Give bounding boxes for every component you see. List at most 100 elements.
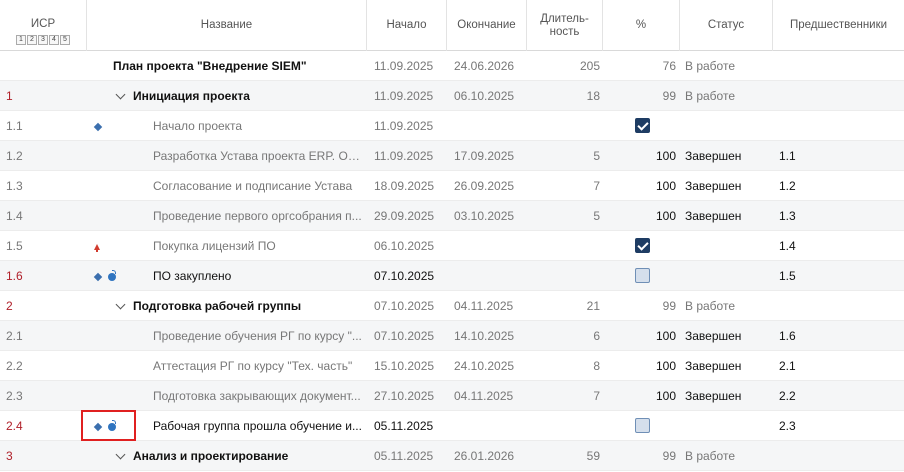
duration-cell[interactable]: 7 bbox=[530, 171, 600, 201]
predecessors-cell[interactable]: 2.3 bbox=[779, 411, 889, 441]
header-end[interactable]: Окончание bbox=[447, 0, 527, 51]
predecessors-cell[interactable]: 1.5 bbox=[779, 261, 889, 291]
end-cell[interactable] bbox=[454, 411, 530, 441]
start-cell[interactable]: 18.09.2025 bbox=[374, 171, 450, 201]
header-status[interactable]: Статус bbox=[680, 0, 773, 51]
status-cell[interactable]: Завершен bbox=[685, 171, 769, 201]
predecessors-cell[interactable] bbox=[779, 441, 889, 471]
duration-cell[interactable] bbox=[530, 261, 600, 291]
task-name[interactable]: Покупка лицензий ПО bbox=[153, 231, 366, 261]
table-row[interactable]: 2.1 Проведение обучения РГ по курсу "...… bbox=[0, 321, 904, 351]
end-cell[interactable]: 24.06.2026 bbox=[454, 51, 530, 81]
table-row[interactable]: План проекта "Внедрение SIEM" 11.09.2025… bbox=[0, 51, 904, 81]
outline-level-3-button[interactable]: 3 bbox=[38, 35, 48, 45]
status-cell[interactable] bbox=[685, 411, 769, 441]
chevron-down-icon[interactable] bbox=[115, 89, 126, 100]
outline-level-1-button[interactable]: 1 bbox=[16, 35, 26, 45]
table-row[interactable]: 1.1 Начало проекта 11.09.2025 bbox=[0, 111, 904, 141]
start-cell[interactable]: 07.10.2025 bbox=[374, 261, 450, 291]
start-cell[interactable]: 29.09.2025 bbox=[374, 201, 450, 231]
task-name[interactable]: План проекта "Внедрение SIEM" bbox=[113, 51, 368, 81]
percent-cell[interactable]: 100 bbox=[604, 201, 676, 231]
table-row[interactable]: 1.6 ПО закуплено 07.10.2025 1.5 bbox=[0, 261, 904, 291]
task-name[interactable]: Подготовка закрывающих документ... bbox=[153, 381, 366, 411]
status-cell[interactable]: Завершен bbox=[685, 141, 769, 171]
end-cell[interactable]: 24.10.2025 bbox=[454, 351, 530, 381]
header-start[interactable]: Начало bbox=[367, 0, 447, 51]
status-cell[interactable]: В работе bbox=[685, 51, 769, 81]
status-cell[interactable]: Завершен bbox=[685, 381, 769, 411]
table-row[interactable]: 2.2 Аттестация РГ по курсу "Тех. часть" … bbox=[0, 351, 904, 381]
duration-cell[interactable] bbox=[530, 111, 600, 141]
predecessors-cell[interactable]: 1.1 bbox=[779, 141, 889, 171]
predecessors-cell[interactable] bbox=[779, 51, 889, 81]
percent-cell[interactable]: 99 bbox=[604, 441, 676, 471]
task-name[interactable]: Разработка Устава проекта ERP. Опр... bbox=[153, 141, 366, 171]
outline-level-2-button[interactable]: 2 bbox=[27, 35, 37, 45]
predecessors-cell[interactable] bbox=[779, 81, 889, 111]
status-cell[interactable]: В работе bbox=[685, 291, 769, 321]
predecessors-cell[interactable]: 1.6 bbox=[779, 321, 889, 351]
status-cell[interactable]: Завершен bbox=[685, 351, 769, 381]
start-cell[interactable]: 05.11.2025 bbox=[374, 441, 450, 471]
duration-cell[interactable]: 21 bbox=[530, 291, 600, 321]
end-cell[interactable] bbox=[454, 231, 530, 261]
table-row[interactable]: 3 Анализ и проектирование 05.11.2025 26.… bbox=[0, 441, 904, 471]
status-cell[interactable]: В работе bbox=[685, 441, 769, 471]
status-cell[interactable] bbox=[685, 261, 769, 291]
duration-cell[interactable] bbox=[530, 231, 600, 261]
end-cell[interactable]: 06.10.2025 bbox=[454, 81, 530, 111]
percent-cell[interactable]: 99 bbox=[604, 291, 676, 321]
predecessors-cell[interactable] bbox=[779, 291, 889, 321]
end-cell[interactable]: 17.09.2025 bbox=[454, 141, 530, 171]
task-name[interactable]: Анализ и проектирование bbox=[133, 441, 368, 471]
percent-cell[interactable]: 99 bbox=[604, 81, 676, 111]
duration-cell[interactable]: 205 bbox=[530, 51, 600, 81]
outline-level-5-button[interactable]: 5 bbox=[60, 35, 70, 45]
task-name[interactable]: ПО закуплено bbox=[153, 261, 366, 291]
status-cell[interactable] bbox=[685, 111, 769, 141]
duration-cell[interactable]: 5 bbox=[530, 201, 600, 231]
start-cell[interactable]: 05.11.2025 bbox=[374, 411, 450, 441]
end-cell[interactable]: 26.01.2026 bbox=[454, 441, 530, 471]
predecessors-cell[interactable]: 1.4 bbox=[779, 231, 889, 261]
table-row[interactable]: 2.3 Подготовка закрывающих документ... 2… bbox=[0, 381, 904, 411]
start-cell[interactable]: 07.10.2025 bbox=[374, 321, 450, 351]
start-cell[interactable]: 06.10.2025 bbox=[374, 231, 450, 261]
end-cell[interactable]: 04.11.2025 bbox=[454, 381, 530, 411]
table-row[interactable]: 2 Подготовка рабочей группы 07.10.2025 0… bbox=[0, 291, 904, 321]
outline-level-4-button[interactable]: 4 bbox=[49, 35, 59, 45]
start-cell[interactable]: 11.09.2025 bbox=[374, 111, 450, 141]
percent-cell[interactable]: 100 bbox=[604, 351, 676, 381]
start-cell[interactable]: 27.10.2025 bbox=[374, 381, 450, 411]
task-name[interactable]: Проведение первого оргсобрания п... bbox=[153, 201, 366, 231]
status-cell[interactable]: Завершен bbox=[685, 321, 769, 351]
task-name[interactable]: Проведение обучения РГ по курсу "... bbox=[153, 321, 366, 351]
chevron-down-icon[interactable] bbox=[115, 299, 126, 310]
start-cell[interactable]: 11.09.2025 bbox=[374, 141, 450, 171]
table-row[interactable]: 1 Инициация проекта 11.09.2025 06.10.202… bbox=[0, 81, 904, 111]
duration-cell[interactable]: 5 bbox=[530, 141, 600, 171]
start-cell[interactable]: 15.10.2025 bbox=[374, 351, 450, 381]
header-percent[interactable]: % bbox=[603, 0, 680, 51]
predecessors-cell[interactable]: 1.3 bbox=[779, 201, 889, 231]
complete-checkbox[interactable] bbox=[635, 268, 650, 283]
duration-cell[interactable]: 8 bbox=[530, 351, 600, 381]
header-name[interactable]: Название bbox=[87, 0, 367, 51]
task-name[interactable]: Рабочая группа прошла обучение и... bbox=[153, 411, 366, 441]
table-row[interactable]: 1.4 Проведение первого оргсобрания п... … bbox=[0, 201, 904, 231]
task-name[interactable]: Начало проекта bbox=[153, 111, 366, 141]
status-cell[interactable]: В работе bbox=[685, 81, 769, 111]
end-cell[interactable]: 03.10.2025 bbox=[454, 201, 530, 231]
end-cell[interactable]: 04.11.2025 bbox=[454, 291, 530, 321]
end-cell[interactable]: 26.09.2025 bbox=[454, 171, 530, 201]
header-wbs[interactable]: ИСР 1 2 3 4 5 bbox=[0, 0, 87, 51]
table-row[interactable]: 1.5 Покупка лицензий ПО 06.10.2025 1.4 bbox=[0, 231, 904, 261]
status-cell[interactable]: Завершен bbox=[685, 201, 769, 231]
duration-cell[interactable]: 7 bbox=[530, 381, 600, 411]
start-cell[interactable]: 11.09.2025 bbox=[374, 81, 450, 111]
predecessors-cell[interactable]: 1.2 bbox=[779, 171, 889, 201]
task-name[interactable]: Согласование и подписание Устава bbox=[153, 171, 366, 201]
percent-cell[interactable]: 100 bbox=[604, 381, 676, 411]
chevron-down-icon[interactable] bbox=[115, 449, 126, 460]
